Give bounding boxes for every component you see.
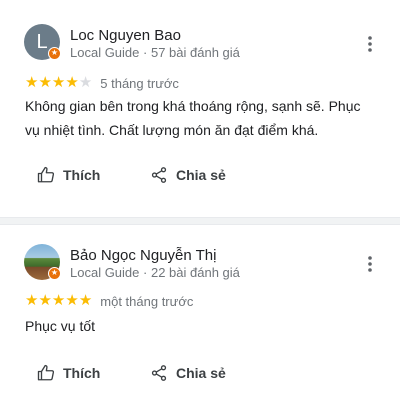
review-time: 5 tháng trước [100,75,179,91]
reviewer-meta: Local Guide · 22 bài đánh giá [70,265,240,280]
thumb-up-icon [37,364,55,381]
local-guide-badge-icon: ★ [48,47,61,60]
like-label: Thích [63,167,101,183]
like-button[interactable]: Thích [37,166,100,184]
review-count: 57 bài đánh giá [150,45,240,60]
star-filled-icon: ★ [65,74,79,91]
review-divider [0,217,400,225]
meta-separator: · [143,45,148,60]
review-text: Không gian bên trong khá thoáng rộng, sạ… [25,98,361,138]
share-label: Chia sẻ [176,365,226,381]
reviewer-name[interactable]: Loc Nguyen Bao [70,27,181,44]
more-vert-icon[interactable] [364,254,376,274]
share-button[interactable]: Chia sẻ [150,166,226,184]
reviewer-name[interactable]: Bảo Ngọc Nguyễn Thị [70,247,216,264]
review-card: ★ Bảo Ngọc Nguyễn Thị Local Guide · 22 b… [0,225,400,419]
avatar-initial: L [36,30,48,53]
like-label: Thích [63,365,101,381]
review-count: 22 bài đánh giá [150,265,240,280]
star-filled-icon: ★ [38,74,52,91]
star-filled-icon: ★ [25,74,39,91]
stars: ★★★★★ [25,292,92,310]
stars: ★★★★★ [25,74,92,92]
local-guide-label: Local Guide [70,265,140,280]
more-vert-icon[interactable] [364,34,376,54]
star-filled-icon: ★ [51,292,66,309]
star-filled-icon: ★ [51,74,66,91]
reviewer-meta: Local Guide · 57 bài đánh giá [70,45,240,60]
local-guide-badge-icon: ★ [48,267,61,280]
star-empty-icon: ★ [78,74,93,91]
share-icon [151,365,167,381]
review-text: Phục vụ tốt [25,318,96,334]
meta-separator: · [143,265,148,280]
share-icon [151,167,167,183]
local-guide-label: Local Guide [70,45,140,60]
review-card: L ★ Loc Nguyen Bao Local Guide · 57 bài … [0,0,400,217]
star-filled-icon: ★ [65,292,79,309]
star-rating: ★★★★★ 5 tháng trước [25,74,179,92]
star-rating: ★★★★★ một tháng trước [25,292,193,310]
review-time: một tháng trước [100,293,194,309]
star-filled-icon: ★ [25,292,39,309]
share-label: Chia sẻ [176,167,226,183]
like-button[interactable]: Thích [37,364,100,382]
share-button[interactable]: Chia sẻ [150,364,226,382]
star-filled-icon: ★ [38,292,52,309]
thumb-up-icon [37,166,55,183]
star-filled-icon: ★ [78,292,93,309]
